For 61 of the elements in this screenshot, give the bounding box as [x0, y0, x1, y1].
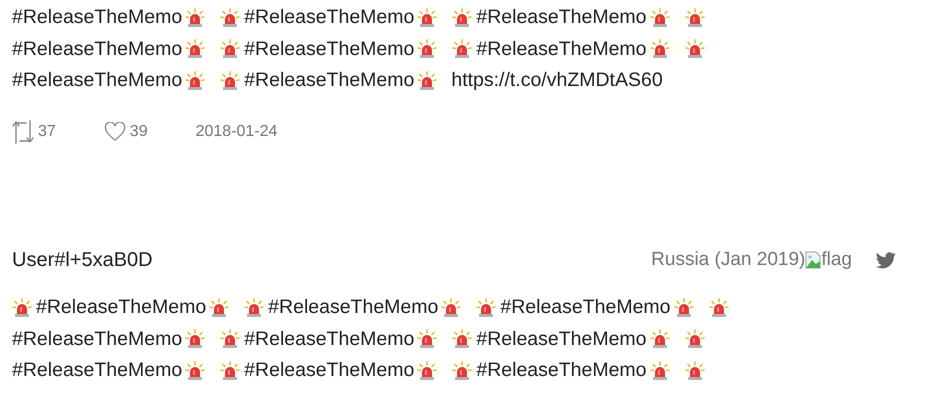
siren-icon	[452, 39, 472, 60]
like-count: 39	[130, 122, 148, 142]
hashtag-link[interactable]: #ReleaseTheMemo	[244, 3, 414, 32]
siren-icon	[185, 8, 206, 28]
siren-icon	[417, 8, 438, 28]
hashtag-link[interactable]: #ReleaseTheMemo	[500, 293, 671, 322]
siren-icon	[185, 360, 206, 381]
broken-image-icon	[805, 251, 822, 269]
siren-icon	[708, 298, 729, 318]
retweet-count: 37	[38, 122, 56, 142]
siren-icon	[650, 360, 670, 381]
siren-icon	[220, 360, 240, 381]
bird-icon	[876, 252, 896, 268]
siren-icon	[452, 360, 472, 381]
hashtag-link[interactable]: #ReleaseTheMemo	[12, 34, 182, 64]
hashtag-link[interactable]: #ReleaseTheMemo	[36, 293, 206, 322]
url-link[interactable]: https://t.co/vhZMDtAS60	[451, 66, 663, 96]
siren-icon	[220, 329, 240, 350]
siren-icon	[684, 39, 705, 60]
hashtag-link[interactable]: #ReleaseTheMemo	[476, 34, 647, 64]
hashtag-link[interactable]: #ReleaseTheMemo	[244, 66, 414, 96]
siren-icon	[476, 298, 496, 318]
siren-icon	[244, 298, 264, 318]
username: User#l+5xaB0D	[12, 248, 153, 273]
hashtag-link[interactable]: #ReleaseTheMemo	[12, 324, 182, 354]
siren-icon	[185, 39, 206, 60]
hashtag-link[interactable]: #ReleaseTheMemo	[244, 34, 414, 64]
siren-icon	[220, 39, 240, 60]
siren-icon	[185, 329, 206, 350]
siren-icon	[441, 298, 462, 318]
hashtag-link[interactable]: #ReleaseTheMemo	[12, 3, 182, 32]
siren-icon	[185, 70, 206, 91]
siren-icon	[650, 8, 670, 28]
hashtag-link[interactable]: #ReleaseTheMemo	[244, 324, 414, 354]
siren-icon	[650, 329, 670, 350]
siren-icon	[220, 8, 240, 28]
siren-icon	[452, 329, 472, 350]
hashtag-link[interactable]: #ReleaseTheMemo	[244, 356, 414, 386]
siren-icon	[417, 70, 438, 91]
siren-icon	[209, 298, 230, 318]
siren-icon	[220, 70, 240, 91]
siren-icon	[684, 360, 705, 381]
hashtag-link[interactable]: #ReleaseTheMemo	[476, 3, 647, 32]
siren-icon	[650, 39, 670, 60]
siren-icon	[684, 329, 705, 350]
siren-icon	[452, 8, 472, 28]
siren-icon	[417, 329, 438, 350]
siren-icon	[12, 298, 32, 318]
siren-icon	[674, 298, 694, 318]
hashtag-link[interactable]: #ReleaseTheMemo	[268, 293, 438, 322]
siren-icon	[684, 8, 705, 28]
tweet-date: 2018-01-24	[196, 122, 278, 142]
siren-icon	[417, 39, 438, 60]
hashtag-link[interactable]: #ReleaseTheMemo	[12, 356, 182, 386]
hashtag-link[interactable]: #ReleaseTheMemo	[476, 356, 647, 386]
heart-icon	[104, 122, 126, 142]
hashtag-link[interactable]: #ReleaseTheMemo	[12, 66, 182, 96]
flag-alt-text: flag	[821, 248, 852, 272]
hashtag-link[interactable]: #ReleaseTheMemo	[476, 324, 647, 354]
location-text: Russia (Jan 2019)	[651, 248, 806, 272]
siren-icon	[417, 360, 438, 381]
